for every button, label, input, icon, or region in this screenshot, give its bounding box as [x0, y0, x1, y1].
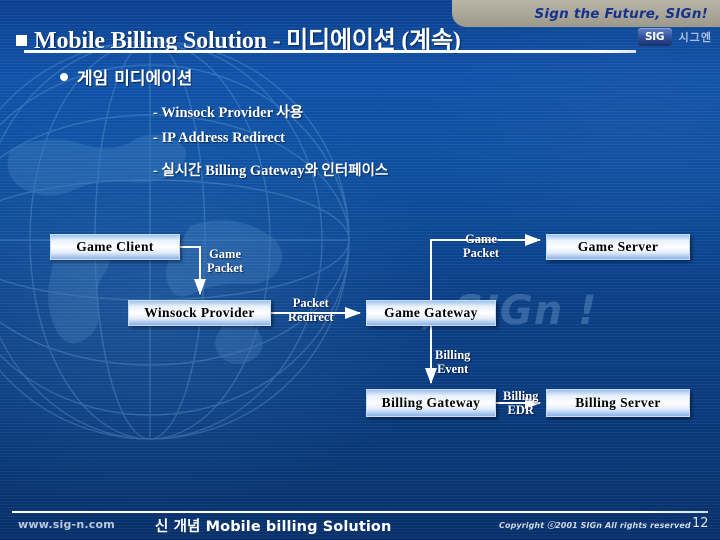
footer-page-number: 12 — [692, 516, 709, 531]
edge-label-line: Game — [465, 232, 498, 246]
diagram-connectors — [180, 234, 541, 409]
edge-label-billing-edr: Billing EDR — [503, 389, 538, 417]
slide-canvas: e , SIGn ! Sign the Future, SIGn! Mobile… — [0, 0, 720, 540]
edge-label-line: Packet — [463, 246, 500, 260]
edge-label-line: Event — [437, 362, 469, 376]
node-game-server[interactable]: Game Server — [546, 234, 690, 260]
footer-copyright: Copyright ⓒ2001 SIGn All rights reserved — [499, 521, 691, 530]
edge-label-line: Billing — [503, 389, 539, 403]
footer-website-url[interactable]: www.sig-n.com — [18, 518, 115, 531]
edge-label-billing-event: Billing Event — [435, 348, 470, 376]
footer-divider — [12, 511, 708, 513]
edge-label-line: Redirect — [288, 310, 334, 324]
edge-label-line: Billing — [435, 348, 471, 362]
footer-subtitle: 신 개념 Mobile billing Solution — [155, 519, 392, 535]
edge-label-game-packet-client: Game Packet — [207, 247, 243, 275]
node-game-client[interactable]: Game Client — [50, 234, 180, 260]
edge-label-packet-redirect: Packet Redirect — [288, 296, 334, 324]
node-game-gateway[interactable]: Game Gateway — [366, 300, 496, 326]
node-billing-gateway[interactable]: Billing Gateway — [366, 389, 496, 417]
edge-label-line: EDR — [507, 403, 534, 417]
edge-label-line: Packet — [207, 261, 244, 275]
edge-label-game-packet-server: Game Packet — [463, 232, 499, 260]
edge-label-line: Packet — [292, 296, 329, 310]
node-winsock-provider[interactable]: Winsock Provider — [128, 300, 271, 326]
architecture-diagram: Game Client Winsock Provider Game Gatewa… — [0, 0, 720, 540]
footer: www.sig-n.com 신 개념 Mobile billing Soluti… — [0, 514, 720, 540]
edge-label-line: Game — [209, 247, 242, 261]
node-billing-server[interactable]: Billing Server — [546, 389, 690, 417]
